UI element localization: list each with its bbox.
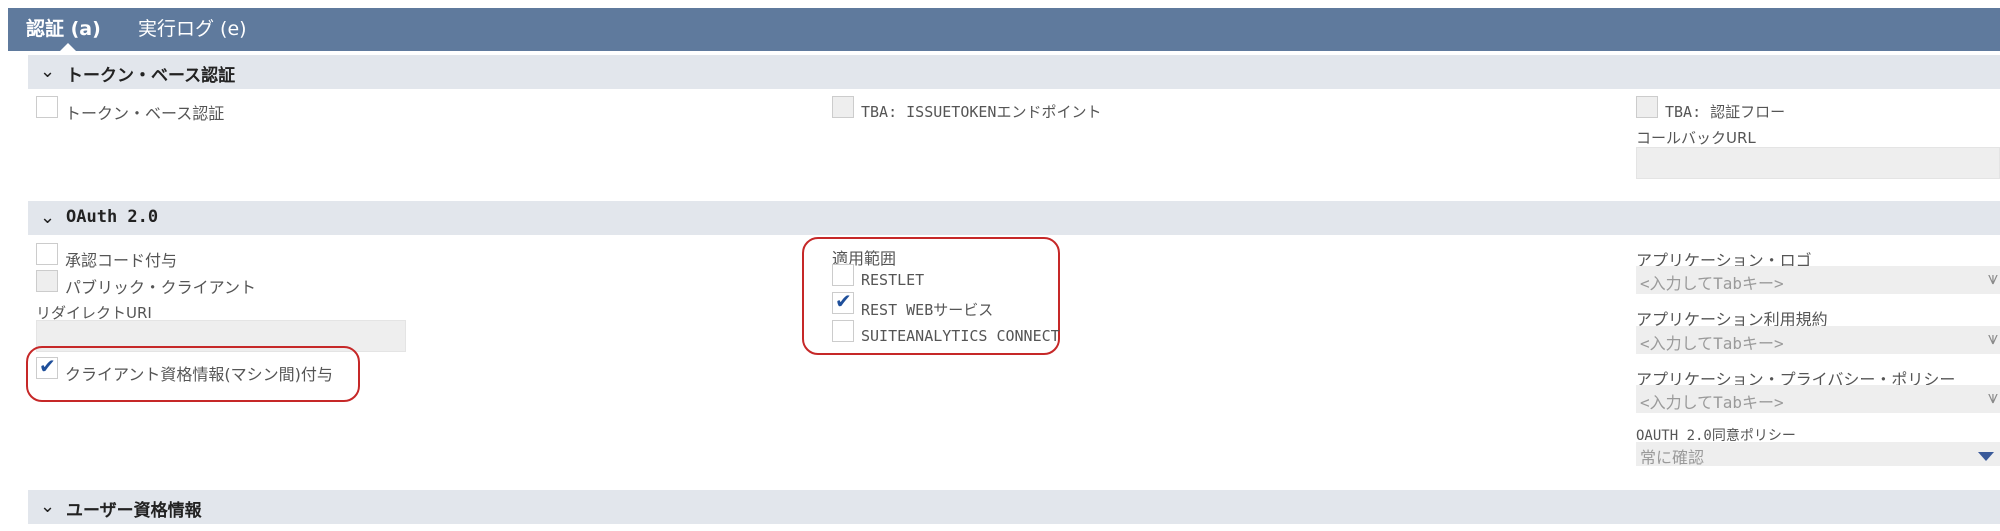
double-chevron-down-icon[interactable]: ⩛ xyxy=(1988,268,1998,289)
auth-code-grant-label: 承認コード付与 xyxy=(65,251,178,270)
public-client-checkbox[interactable] xyxy=(36,270,58,292)
app-logo-select[interactable]: <入力してTabキー> ⩛ xyxy=(1636,266,2000,294)
app-logo-placeholder: <入力してTabキー> xyxy=(1640,274,1784,293)
token-based-auth-label: トークン・ベース認証 xyxy=(65,104,225,123)
auth-code-grant-checkbox[interactable] xyxy=(36,243,58,265)
callback-url-input[interactable] xyxy=(1636,147,2000,179)
app-terms-placeholder: <入力してTabキー> xyxy=(1640,334,1784,353)
section-header-tba[interactable]: ⌄ トークン・ベース認証 xyxy=(28,55,2000,89)
client-credentials-label: クライアント資格情報(マシン間)付与 xyxy=(65,365,333,384)
tba-auth-flow-checkbox[interactable] xyxy=(1636,96,1658,118)
token-based-auth-checkbox[interactable] xyxy=(36,96,58,118)
app-terms-select[interactable]: <入力してTabキー> ⩛ xyxy=(1636,326,2000,354)
dropdown-arrow-icon[interactable] xyxy=(1978,452,1994,461)
section-title-user-credentials: ユーザー資格情報 xyxy=(66,501,202,521)
double-chevron-down-icon[interactable]: ⩛ xyxy=(1988,328,1998,349)
app-privacy-select[interactable]: <入力してTabキー> ⩛ xyxy=(1636,385,2000,413)
scope-rest-web-label: REST WEBサービス xyxy=(861,301,994,319)
section-header-user-credentials[interactable]: ⌄ ユーザー資格情報 xyxy=(28,490,2000,524)
consent-policy-value: 常に確認 xyxy=(1640,448,1705,467)
checkmark-icon: ✔ xyxy=(39,354,56,378)
scope-suiteanalytics-label: SUITEANALYTICS CONNECT xyxy=(861,327,1060,345)
double-chevron-down-icon[interactable]: ⩛ xyxy=(1988,387,1998,408)
active-tab-indicator xyxy=(60,43,76,51)
chevron-down-icon: ⌄ xyxy=(40,207,56,228)
scope-restlet-label: RESTLET xyxy=(861,271,925,289)
section-header-oauth[interactable]: ⌄ OAuth 2.0 xyxy=(28,201,2000,235)
chevron-down-icon: ⌄ xyxy=(40,61,56,82)
public-client-label: パブリック・クライアント xyxy=(65,278,257,297)
scope-suiteanalytics-checkbox[interactable] xyxy=(832,320,854,342)
tab-execution-log[interactable]: 実行ログ (e) xyxy=(138,8,247,51)
chevron-down-icon: ⌄ xyxy=(40,496,56,517)
client-credentials-checkbox[interactable]: ✔ xyxy=(36,354,58,379)
issuetoken-endpoint-label: TBA: ISSUETOKENエンドポイント xyxy=(861,103,1102,121)
tba-auth-flow-label: TBA: 認証フロー xyxy=(1665,103,1786,121)
scope-restlet-checkbox[interactable] xyxy=(832,264,854,286)
issuetoken-endpoint-checkbox[interactable] xyxy=(832,96,854,118)
consent-policy-select[interactable]: 常に確認 xyxy=(1636,442,2000,467)
checkmark-icon: ✔ xyxy=(835,289,852,313)
tab-bar: 認証 (a) 実行ログ (e) xyxy=(8,8,2000,51)
section-title-tba: トークン・ベース認証 xyxy=(66,66,236,86)
callback-url-label: コールバックURL xyxy=(1636,129,1756,147)
section-title-oauth: OAuth 2.0 xyxy=(66,207,159,227)
app-privacy-placeholder: <入力してTabキー> xyxy=(1640,393,1784,412)
scope-rest-web-checkbox[interactable]: ✔ xyxy=(832,289,854,314)
